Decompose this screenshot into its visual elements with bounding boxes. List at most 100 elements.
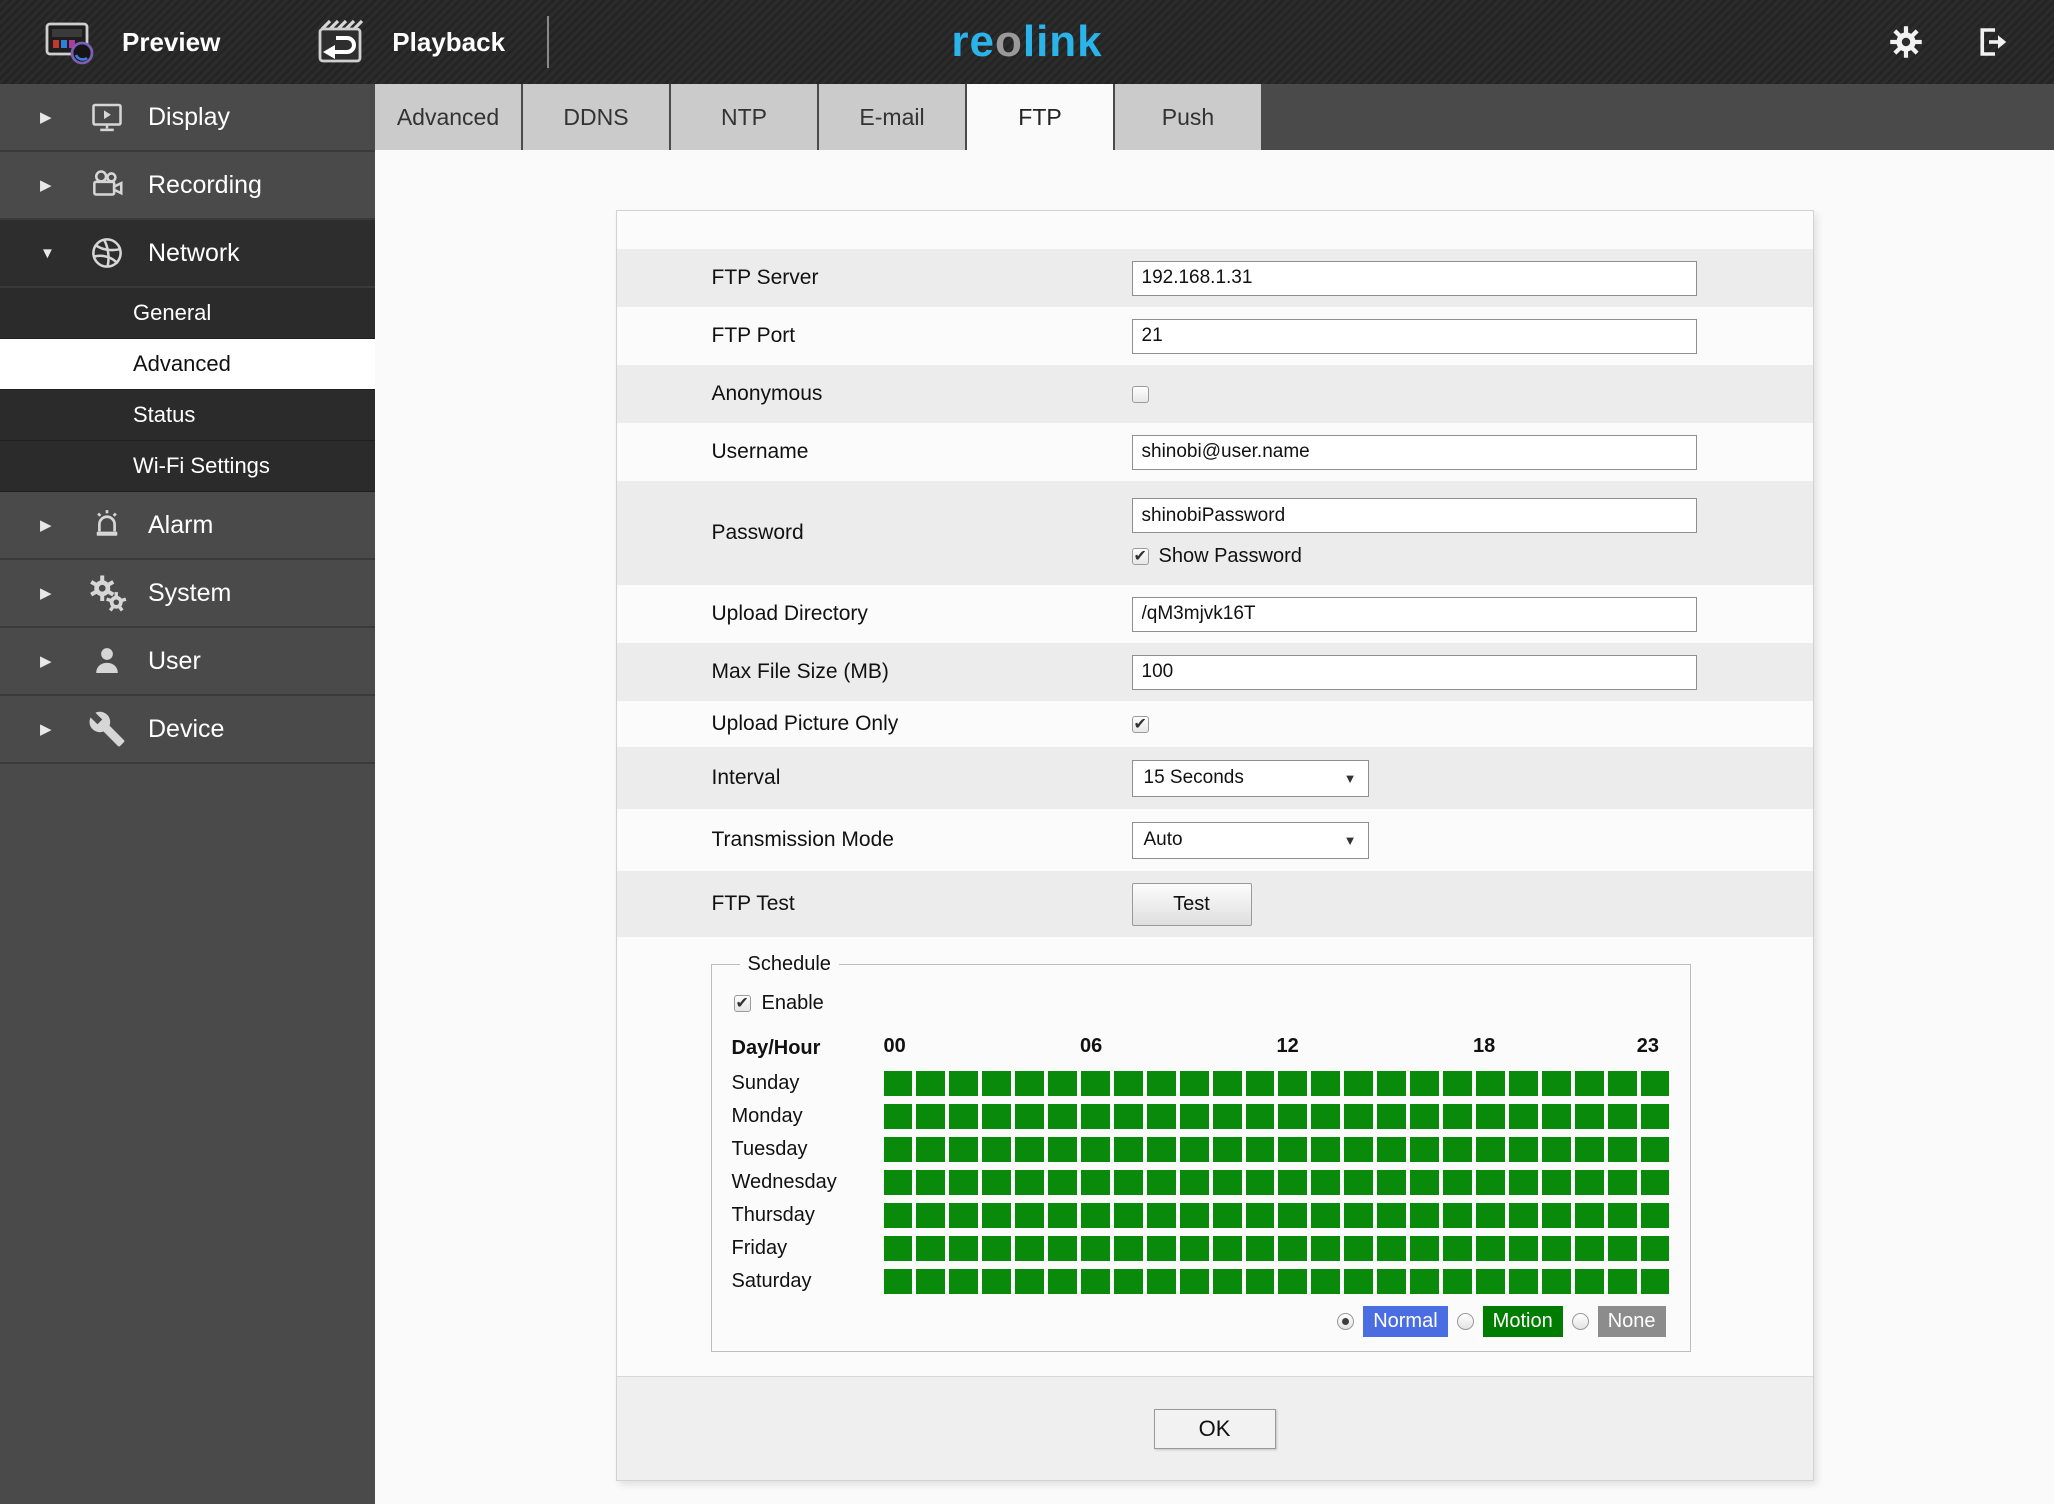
schedule-cell[interactable] — [1245, 1137, 1275, 1162]
preview-button[interactable]: Preview — [42, 17, 220, 67]
schedule-cell[interactable] — [1311, 1137, 1341, 1162]
schedule-cell[interactable] — [883, 1236, 913, 1261]
schedule-cell[interactable] — [1377, 1170, 1407, 1195]
schedule-cell[interactable] — [883, 1170, 913, 1195]
schedule-cell[interactable] — [916, 1104, 946, 1129]
schedule-cell[interactable] — [1278, 1236, 1308, 1261]
show-password-checkbox[interactable] — [1131, 546, 1149, 566]
schedule-cell[interactable] — [949, 1203, 979, 1228]
schedule-cell[interactable] — [1607, 1137, 1637, 1162]
schedule-cell[interactable] — [1410, 1236, 1440, 1261]
schedule-cell[interactable] — [1475, 1269, 1505, 1294]
schedule-cell[interactable] — [1113, 1203, 1143, 1228]
schedule-cell[interactable] — [1475, 1137, 1505, 1162]
schedule-cell[interactable] — [982, 1203, 1012, 1228]
schedule-cell[interactable] — [1245, 1104, 1275, 1129]
schedule-cell[interactable] — [1443, 1269, 1472, 1294]
schedule-cell[interactable] — [1015, 1236, 1045, 1261]
schedule-cell[interactable] — [1278, 1170, 1308, 1195]
sidebar-item-alarm[interactable]: ▶ Alarm — [0, 492, 375, 560]
schedule-cell[interactable] — [982, 1071, 1012, 1096]
schedule-cell[interactable] — [1311, 1236, 1341, 1261]
schedule-cell[interactable] — [1508, 1170, 1538, 1195]
schedule-cell[interactable] — [1344, 1071, 1374, 1096]
ftp-port-input[interactable] — [1131, 318, 1697, 354]
schedule-cell[interactable] — [1113, 1071, 1143, 1096]
schedule-cell[interactable] — [1344, 1269, 1374, 1294]
schedule-cell[interactable] — [1179, 1170, 1209, 1195]
schedule-cell[interactable] — [1080, 1071, 1110, 1096]
schedule-cell[interactable] — [1212, 1137, 1242, 1162]
schedule-cell[interactable] — [1015, 1269, 1045, 1294]
schedule-cell[interactable] — [949, 1170, 979, 1195]
schedule-cell[interactable] — [1377, 1269, 1407, 1294]
schedule-cell[interactable] — [916, 1203, 946, 1228]
mode-chip-normal[interactable]: Normal — [1363, 1306, 1448, 1337]
sidebar-item-user[interactable]: ▶ User — [0, 628, 375, 696]
schedule-cell[interactable] — [1212, 1203, 1242, 1228]
schedule-cell[interactable] — [949, 1104, 979, 1129]
schedule-cell[interactable] — [949, 1236, 979, 1261]
ftp-server-input[interactable] — [1131, 260, 1697, 296]
schedule-cell[interactable] — [1541, 1104, 1571, 1129]
schedule-cell[interactable] — [883, 1269, 913, 1294]
schedule-cell[interactable] — [1377, 1137, 1407, 1162]
schedule-cell[interactable] — [1475, 1071, 1505, 1096]
playback-button[interactable]: Playback — [312, 17, 505, 67]
schedule-cell[interactable] — [1541, 1269, 1571, 1294]
schedule-cell[interactable] — [1508, 1203, 1538, 1228]
schedule-cell[interactable] — [1179, 1137, 1209, 1162]
schedule-cell[interactable] — [1541, 1071, 1571, 1096]
schedule-cell[interactable] — [1048, 1203, 1077, 1228]
ok-button[interactable]: OK — [1153, 1408, 1276, 1449]
tab-ddns[interactable]: DDNS — [523, 84, 669, 150]
schedule-cell[interactable] — [1278, 1137, 1308, 1162]
logout-icon[interactable] — [1974, 24, 2010, 60]
schedule-cell[interactable] — [1212, 1071, 1242, 1096]
tab-ntp[interactable]: NTP — [671, 84, 817, 150]
schedule-cell[interactable] — [1080, 1203, 1110, 1228]
anonymous-checkbox[interactable] — [1131, 385, 1149, 403]
schedule-cell[interactable] — [1377, 1203, 1407, 1228]
schedule-cell[interactable] — [1311, 1170, 1341, 1195]
schedule-cell[interactable] — [916, 1137, 946, 1162]
schedule-cell[interactable] — [1146, 1236, 1176, 1261]
schedule-cell[interactable] — [1508, 1236, 1538, 1261]
tab-push[interactable]: Push — [1115, 84, 1261, 150]
schedule-cell[interactable] — [1344, 1104, 1374, 1129]
schedule-cell[interactable] — [1475, 1203, 1505, 1228]
schedule-cell[interactable] — [1640, 1236, 1670, 1261]
schedule-cell[interactable] — [916, 1170, 946, 1195]
schedule-cell[interactable] — [1377, 1236, 1407, 1261]
schedule-cell[interactable] — [1048, 1137, 1077, 1162]
schedule-cell[interactable] — [916, 1071, 946, 1096]
sidebar-item-status[interactable]: Status — [0, 390, 375, 441]
schedule-cell[interactable] — [1640, 1071, 1670, 1096]
schedule-cell[interactable] — [1574, 1203, 1604, 1228]
schedule-cell[interactable] — [1113, 1269, 1143, 1294]
schedule-cell[interactable] — [1574, 1104, 1604, 1129]
schedule-cell[interactable] — [1607, 1071, 1637, 1096]
schedule-cell[interactable] — [1146, 1170, 1176, 1195]
schedule-cell[interactable] — [1245, 1071, 1275, 1096]
schedule-cell[interactable] — [1212, 1170, 1242, 1195]
password-input[interactable] — [1131, 498, 1697, 533]
schedule-cell[interactable] — [1080, 1170, 1110, 1195]
schedule-cell[interactable] — [1179, 1071, 1209, 1096]
schedule-cell[interactable] — [1475, 1170, 1505, 1195]
test-button[interactable]: Test — [1131, 882, 1252, 926]
gear-icon[interactable] — [1888, 24, 1924, 60]
schedule-cell[interactable] — [1410, 1269, 1440, 1294]
schedule-cell[interactable] — [1311, 1203, 1341, 1228]
schedule-cell[interactable] — [1640, 1104, 1670, 1129]
schedule-cell[interactable] — [1245, 1269, 1275, 1294]
schedule-cell[interactable] — [1212, 1104, 1242, 1129]
schedule-cell[interactable] — [1080, 1269, 1110, 1294]
schedule-cell[interactable] — [1443, 1236, 1472, 1261]
schedule-cell[interactable] — [1146, 1203, 1176, 1228]
schedule-cell[interactable] — [1113, 1170, 1143, 1195]
schedule-cell[interactable] — [1508, 1104, 1538, 1129]
schedule-cell[interactable] — [949, 1071, 979, 1096]
upload-directory-input[interactable] — [1131, 596, 1697, 632]
mode-radio-motion[interactable] — [1456, 1313, 1474, 1330]
